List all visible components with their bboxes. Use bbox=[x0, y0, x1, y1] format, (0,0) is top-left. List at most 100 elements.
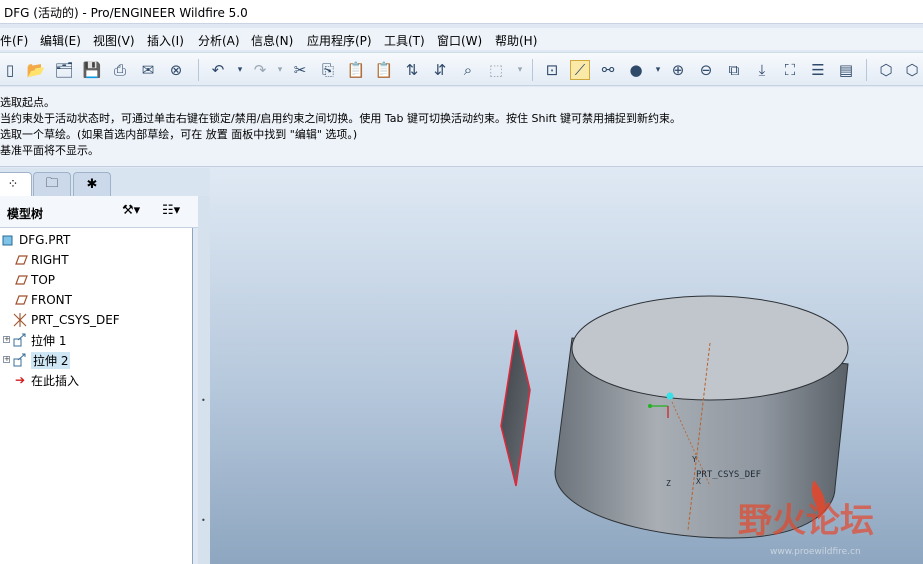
tree-item-label: 拉伸 2 bbox=[31, 351, 71, 369]
tree-item-front[interactable]: FRONT bbox=[12, 290, 72, 310]
menu-view[interactable]: 视图(V) bbox=[93, 32, 135, 49]
tree-item-insert-here[interactable]: ➔ 在此插入 bbox=[12, 370, 79, 390]
open-folder-icon[interactable]: 🗂 bbox=[54, 60, 74, 80]
paste-icon[interactable]: 📋 bbox=[346, 60, 366, 80]
datum-plane-icon bbox=[12, 252, 28, 268]
regenerate-manager-icon[interactable]: ⇵ bbox=[430, 60, 450, 80]
tree-item-extrude-1[interactable]: + 拉伸 1 bbox=[3, 330, 67, 350]
window-title: DFG (活动的) - Pro/ENGINEER Wildfire 5.0 bbox=[4, 6, 248, 20]
undo-dropdown-icon[interactable]: ▾ bbox=[230, 60, 250, 80]
menu-tools[interactable]: 工具(T) bbox=[384, 32, 425, 49]
csys-icon bbox=[12, 312, 28, 328]
snap-point[interactable] bbox=[666, 392, 674, 400]
view-manager-icon[interactable]: ▤ bbox=[836, 60, 856, 80]
tree-item-part[interactable]: DFG.PRT bbox=[0, 230, 70, 250]
email-icon[interactable]: ✉ bbox=[138, 60, 158, 80]
sketcher-display-icon[interactable]: ⊡ bbox=[542, 60, 562, 80]
tree-item-top[interactable]: TOP bbox=[12, 270, 55, 290]
open-file-icon[interactable]: 📂 bbox=[26, 60, 46, 80]
regenerate-icon[interactable]: ⇅ bbox=[402, 60, 422, 80]
hidden-line-icon[interactable]: ⬡ bbox=[902, 60, 922, 80]
reorient-icon[interactable]: ⤓ bbox=[752, 60, 772, 80]
select-box-icon[interactable]: ⬚ bbox=[486, 60, 506, 80]
expand-toggle-icon[interactable]: + bbox=[3, 356, 10, 363]
model-tree-header: 模型树 ⚒▾ ☷▾ bbox=[0, 196, 198, 228]
menu-analysis[interactable]: 分析(A) bbox=[198, 32, 240, 49]
sketch-constraint-icon[interactable]: ⟋ bbox=[570, 60, 590, 80]
wireframe-icon[interactable]: ⬡ bbox=[876, 60, 896, 80]
graphics-window[interactable]: PRT_CSYS_DEF X Y Z 野火论坛 www.proewildfire… bbox=[210, 168, 923, 564]
tree-columns-icon[interactable]: ☷▾ bbox=[162, 203, 180, 218]
find-icon[interactable]: ⌕ bbox=[458, 60, 478, 80]
axis-label-x: X bbox=[696, 477, 701, 486]
cut-icon[interactable]: ✂ bbox=[290, 60, 310, 80]
cylinder-top-face[interactable] bbox=[571, 295, 849, 401]
axis-label-y: Y bbox=[692, 455, 697, 464]
saved-views-icon[interactable]: ⛶ bbox=[780, 60, 800, 80]
new-file-icon[interactable]: ▯ bbox=[0, 60, 20, 80]
toolbar-separator bbox=[532, 59, 533, 81]
tree-settings-icon[interactable]: ⚒▾ bbox=[122, 203, 140, 218]
message-line: 选取起点。 bbox=[0, 96, 55, 109]
menu-help[interactable]: 帮助(H) bbox=[495, 32, 537, 49]
constraint-point bbox=[648, 404, 652, 408]
refit-icon[interactable]: ⧉ bbox=[724, 60, 744, 80]
main-toolbar: ▯ 📂 🗂 💾 ⎙ ✉ ⊗ ↶ ▾ ↷ ▾ ✂ ⎘ 📋 📋 ⇅ ⇵ ⌕ ⬚ ▾ … bbox=[0, 52, 923, 86]
menu-edit[interactable]: 编辑(E) bbox=[40, 32, 81, 49]
axis-label-z: Z bbox=[666, 479, 671, 488]
favorites-tab-icon[interactable]: ✱ bbox=[73, 172, 111, 196]
folder-browser-tab-icon[interactable]: 🗀 bbox=[33, 172, 71, 196]
menu-window[interactable]: 窗口(W) bbox=[437, 32, 482, 49]
paste-special-icon[interactable]: 📋 bbox=[374, 60, 394, 80]
menu-insert[interactable]: 插入(I) bbox=[147, 32, 184, 49]
shading-sphere-icon[interactable]: ● bbox=[626, 60, 646, 80]
watermark-text: 野火论坛 bbox=[738, 501, 874, 541]
redo-dropdown-icon[interactable]: ▾ bbox=[270, 60, 290, 80]
select-dropdown-icon[interactable]: ▾ bbox=[510, 60, 530, 80]
copy-icon[interactable]: ⎘ bbox=[318, 60, 338, 80]
navigator-tabs: ⁘ 🗀 ✱ bbox=[0, 168, 210, 196]
shading-dropdown-icon[interactable]: ▾ bbox=[648, 60, 668, 80]
layers-icon[interactable]: ☰ bbox=[808, 60, 828, 80]
collapse-grip-icon[interactable]: • bbox=[201, 396, 207, 410]
tree-item-label: 拉伸 1 bbox=[31, 333, 67, 348]
message-line: 选取一个草绘。(如果首选内部草绘，可在 放置 面板中找到 "编辑" 选项。) bbox=[0, 128, 358, 141]
insert-here-icon: ➔ bbox=[14, 373, 26, 387]
message-line: 当约束处于活动状态时，可通过单击右键在锁定/禁用/启用约束之间切换。使用 Tab… bbox=[0, 112, 682, 125]
menu-applications[interactable]: 应用程序(P) bbox=[307, 32, 372, 49]
toolbar-separator bbox=[198, 59, 199, 81]
tree-item-label: FRONT bbox=[31, 293, 72, 307]
sketch-plane[interactable] bbox=[500, 329, 531, 487]
panel-splitter[interactable]: • • bbox=[198, 196, 210, 564]
message-line: 基准平面将不显示。 bbox=[0, 144, 99, 157]
zoom-in-icon[interactable]: ⊕ bbox=[668, 60, 688, 80]
tree-item-label: DFG.PRT bbox=[19, 233, 71, 247]
undo-icon[interactable]: ↶ bbox=[208, 60, 228, 80]
extrude-icon bbox=[12, 332, 28, 348]
tree-item-label: PRT_CSYS_DEF bbox=[31, 313, 120, 327]
model-canvas[interactable]: PRT_CSYS_DEF X Y Z 野火论坛 www.proewildfire… bbox=[210, 168, 923, 564]
model-tree-tab-icon[interactable]: ⁘ bbox=[0, 172, 32, 196]
menu-file[interactable]: 件(F) bbox=[0, 32, 28, 49]
menu-info[interactable]: 信息(N) bbox=[251, 32, 293, 49]
tree-item-label: 在此插入 bbox=[31, 373, 80, 388]
expand-toggle-icon[interactable]: + bbox=[3, 336, 10, 343]
print-icon[interactable]: ⎙ bbox=[110, 60, 130, 80]
collapse-grip-icon[interactable]: • bbox=[201, 516, 207, 530]
zoom-out-icon[interactable]: ⊖ bbox=[696, 60, 716, 80]
dimension-display-icon[interactable]: ⚯ bbox=[598, 60, 618, 80]
tree-item-right[interactable]: RIGHT bbox=[12, 250, 69, 270]
datum-plane-icon bbox=[12, 272, 28, 288]
save-icon[interactable]: 💾 bbox=[82, 60, 102, 80]
extrude-icon bbox=[12, 352, 28, 368]
email-link-icon[interactable]: ⊗ bbox=[166, 60, 186, 80]
model-tree-title: 模型树 bbox=[7, 207, 44, 221]
tree-item-label: RIGHT bbox=[31, 253, 69, 267]
title-bar: DFG (活动的) - Pro/ENGINEER Wildfire 5.0 bbox=[0, 0, 923, 24]
message-area: 选取起点。 当约束处于活动状态时，可通过单击右键在锁定/禁用/启用约束之间切换。… bbox=[0, 87, 923, 167]
tree-item-extrude-2[interactable]: + 拉伸 2 bbox=[3, 350, 71, 370]
model-tree: DFG.PRT RIGHT TOP FRONT PRT_CSYS_DEF + 拉… bbox=[0, 228, 193, 564]
tree-item-csys[interactable]: PRT_CSYS_DEF bbox=[12, 310, 120, 330]
toolbar-separator bbox=[866, 59, 867, 81]
redo-icon[interactable]: ↷ bbox=[250, 60, 270, 80]
